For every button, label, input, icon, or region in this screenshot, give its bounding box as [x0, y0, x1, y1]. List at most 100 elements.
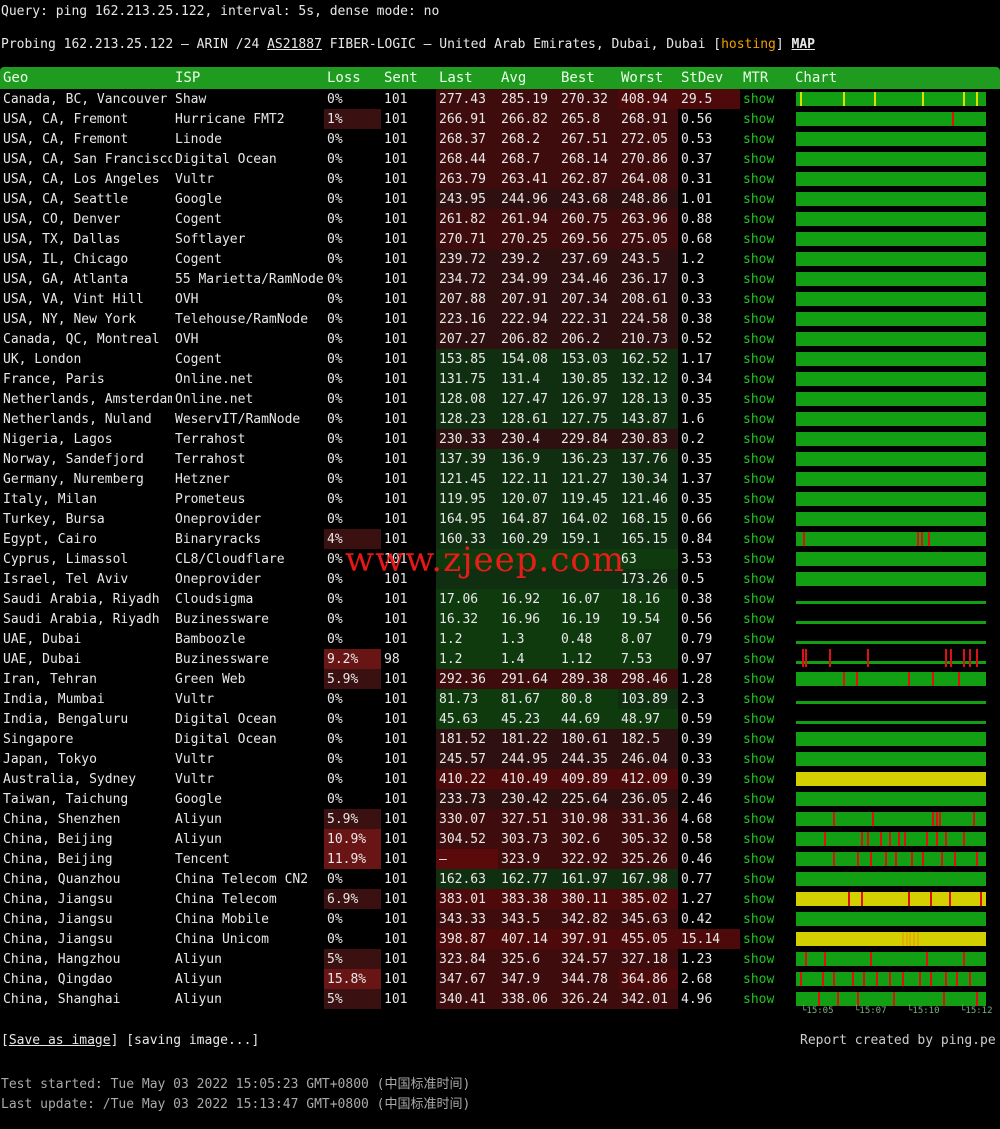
mtr-show-link[interactable]: show [740, 789, 792, 809]
mtr-show-link[interactable]: show [740, 729, 792, 749]
packet-loss-marker [931, 812, 934, 826]
mtr-show-link[interactable]: show [740, 989, 792, 1009]
best-cell: 130.85 [558, 369, 618, 389]
table-row: USA, CA, Fremont Hurricane FMT2 1% 101 266.9… [0, 109, 1000, 129]
latency-sparkline [796, 620, 986, 624]
mtr-show-link[interactable]: show [740, 629, 792, 649]
mtr-show-link[interactable]: show [740, 289, 792, 309]
avg-cell: 122.11 [498, 469, 558, 489]
best-cell: 136.23 [558, 449, 618, 469]
mtr-show-link[interactable]: show [740, 549, 792, 569]
mtr-show-link[interactable]: show [740, 309, 792, 329]
avg-cell: 410.49 [498, 769, 558, 789]
loss-cell: 1% [324, 109, 381, 129]
mtr-show-link[interactable]: show [740, 809, 792, 829]
mtr-show-link[interactable]: show [740, 909, 792, 929]
mtr-show-link[interactable]: show [740, 609, 792, 629]
packet-loss-marker [976, 992, 979, 1006]
isp-cell: Linode [175, 131, 222, 147]
last-update: Last update: /Tue May 03 2022 15:13:47 G… [1, 1097, 471, 1112]
packet-loss-marker [968, 972, 971, 986]
latency-sparkline [796, 992, 986, 1006]
avg-cell: 327.51 [498, 809, 558, 829]
mtr-show-link[interactable]: show [740, 689, 792, 709]
table-row: Canada, QC, Montreal OVH 0% 101 207.27 206.82… [0, 329, 1000, 349]
avg-cell: 230.4 [498, 429, 558, 449]
mtr-show-link[interactable]: show [740, 889, 792, 909]
mtr-show-link[interactable]: show [740, 249, 792, 269]
isp-cell: Cloudsigma [175, 591, 254, 607]
test-started: Test started: Tue May 03 2022 15:05:23 G… [1, 1077, 471, 1092]
last-cell: 245.57 [436, 749, 498, 769]
latency-sparkline [796, 672, 986, 686]
latency-sparkline [796, 700, 986, 704]
isp-cell: Cogent [175, 251, 222, 267]
as-link[interactable]: AS21887 [267, 37, 322, 52]
mtr-show-link[interactable]: show [740, 429, 792, 449]
mtr-show-link[interactable]: show [740, 709, 792, 729]
mtr-show-link[interactable]: show [740, 409, 792, 429]
mtr-show-link[interactable]: show [740, 389, 792, 409]
mtr-show-link[interactable]: show [740, 929, 792, 949]
mtr-show-link[interactable]: show [740, 469, 792, 489]
latency-sparkline [796, 472, 986, 486]
geo-cell: China, Shanghai [3, 991, 121, 1007]
last-cell: 128.23 [436, 409, 498, 429]
best-cell: 234.46 [558, 269, 618, 289]
mtr-show-link[interactable]: show [740, 269, 792, 289]
mtr-show-link[interactable]: show [740, 229, 792, 249]
mtr-show-link[interactable]: show [740, 869, 792, 889]
mtr-show-link[interactable]: show [740, 349, 792, 369]
stdev-cell: 4.68 [681, 811, 713, 827]
saving-status: ] [saving image...] [110, 1033, 260, 1048]
mtr-show-link[interactable]: show [740, 969, 792, 989]
avg-cell: 206.82 [498, 329, 558, 349]
best-cell: 44.69 [558, 709, 618, 729]
geo-cell: USA, CA, Fremont [3, 111, 129, 127]
mtr-show-link[interactable]: show [740, 529, 792, 549]
mtr-show-link[interactable]: show [740, 209, 792, 229]
mtr-show-link[interactable]: show [740, 169, 792, 189]
loss-cell: 0% [327, 271, 343, 287]
sent-cell: 101 [384, 851, 408, 867]
mtr-show-link[interactable]: show [740, 329, 792, 349]
table-row: China, Hangzhou Aliyun 5% 101 323.84 325.6 324… [0, 949, 1000, 969]
hosting-tag: hosting [721, 37, 776, 52]
best-cell: 344.78 [558, 969, 618, 989]
mtr-show-link[interactable]: show [740, 589, 792, 609]
packet-loss-marker [799, 972, 802, 986]
mtr-show-link[interactable]: show [740, 369, 792, 389]
latency-chart-cell [792, 889, 1000, 909]
mtr-show-link[interactable]: show [740, 829, 792, 849]
latency-chart-cell [792, 689, 1000, 709]
worst-cell: 165.15 [618, 529, 678, 549]
table-row: UAE, Dubai Bamboozle 0% 101 1.2 1.3 0.48 8.07 0.… [0, 629, 1000, 649]
packet-loss-marker [894, 852, 897, 866]
latency-sparkline [796, 312, 986, 326]
mtr-show-link[interactable]: show [740, 129, 792, 149]
mtr-show-link[interactable]: show [740, 149, 792, 169]
map-link[interactable]: MAP [792, 37, 815, 52]
mtr-show-link[interactable]: show [740, 669, 792, 689]
best-cell: 289.38 [558, 669, 618, 689]
isp-cell: OVH [175, 291, 199, 307]
last-cell: 128.08 [436, 389, 498, 409]
mtr-show-link[interactable]: show [740, 489, 792, 509]
mtr-show-link[interactable]: show [740, 949, 792, 969]
mtr-show-link[interactable]: show [740, 109, 792, 129]
save-as-image-link[interactable]: Save as image [9, 1033, 111, 1048]
mtr-show-link[interactable]: show [740, 769, 792, 789]
mtr-show-link[interactable]: show [740, 649, 792, 669]
packet-loss-marker [926, 952, 929, 966]
mtr-show-link[interactable]: show [740, 509, 792, 529]
mtr-show-link[interactable]: show [740, 449, 792, 469]
mtr-show-link[interactable]: show [740, 89, 792, 109]
mtr-show-link[interactable]: show [740, 749, 792, 769]
latency-sparkline [796, 352, 986, 366]
mtr-show-link[interactable]: show [740, 849, 792, 869]
isp-cell: Telehouse/RamNode [175, 311, 309, 327]
worst-cell: 103.89 [618, 689, 678, 709]
mtr-show-link[interactable]: show [740, 569, 792, 589]
mtr-show-link[interactable]: show [740, 189, 792, 209]
packet-loss-marker [929, 892, 932, 906]
